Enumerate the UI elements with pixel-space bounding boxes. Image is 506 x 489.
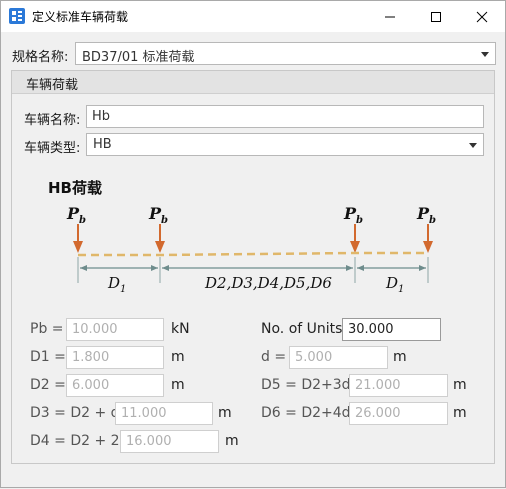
- pb-input[interactable]: 10.000: [66, 318, 164, 341]
- d1-input[interactable]: 1.800: [66, 346, 164, 369]
- pb-label: Pb =: [30, 321, 64, 337]
- dialog-window: 定义标准车辆荷载 规格名称: BD37/01 标准荷载 车辆荷载 车辆名称: H…: [0, 0, 506, 488]
- d4-label: D4 = D2 + 2d: [30, 433, 129, 449]
- d2-label: D2 =: [30, 377, 66, 393]
- span-label-right: D1: [386, 274, 405, 295]
- d6-label: D6 = D2+4d: [261, 405, 351, 421]
- d1-unit: m: [171, 349, 185, 365]
- units-value: 30.000: [348, 322, 394, 337]
- d4-value: 16.000: [126, 434, 172, 449]
- load-line: [78, 251, 428, 257]
- load-arrow-1: [73, 224, 83, 253]
- units-label: No. of Units: [261, 321, 343, 337]
- d6-value: 26.000: [355, 406, 401, 421]
- d5-unit: m: [453, 377, 467, 393]
- span-label-middle: D2,D3,D4,D5,D6: [205, 274, 332, 292]
- pb-value: 10.000: [72, 322, 118, 337]
- load-arrow-3: [350, 224, 360, 253]
- load-arrow-2: [155, 224, 165, 253]
- d-unit: m: [393, 349, 407, 365]
- d5-label: D5 = D2+3d: [261, 377, 351, 393]
- dimension-lines: [80, 265, 426, 271]
- pb-unit: kN: [171, 321, 190, 337]
- d-value: 5.000: [295, 350, 333, 365]
- d4-input[interactable]: 16.000: [120, 430, 219, 453]
- load-arrow-4: [423, 224, 433, 253]
- span-label-left: D1: [108, 274, 127, 295]
- d4-unit: m: [225, 433, 239, 449]
- d6-unit: m: [453, 405, 467, 421]
- d3-label: D3 = D2 + d: [30, 405, 120, 421]
- units-input[interactable]: 30.000: [342, 318, 441, 341]
- d6-input[interactable]: 26.000: [349, 402, 448, 425]
- d3-value: 11.000: [121, 406, 167, 421]
- d2-value: 6.000: [72, 378, 110, 393]
- d2-unit: m: [171, 377, 185, 393]
- d3-input[interactable]: 11.000: [115, 402, 213, 425]
- d1-value: 1.800: [72, 350, 110, 365]
- d2-input[interactable]: 6.000: [66, 374, 164, 397]
- d1-label: D1 =: [30, 349, 66, 365]
- d5-value: 21.000: [355, 378, 401, 393]
- d5-input[interactable]: 21.000: [349, 374, 448, 397]
- d3-unit: m: [218, 405, 232, 421]
- d-label: d =: [261, 349, 287, 365]
- d-input[interactable]: 5.000: [289, 346, 388, 369]
